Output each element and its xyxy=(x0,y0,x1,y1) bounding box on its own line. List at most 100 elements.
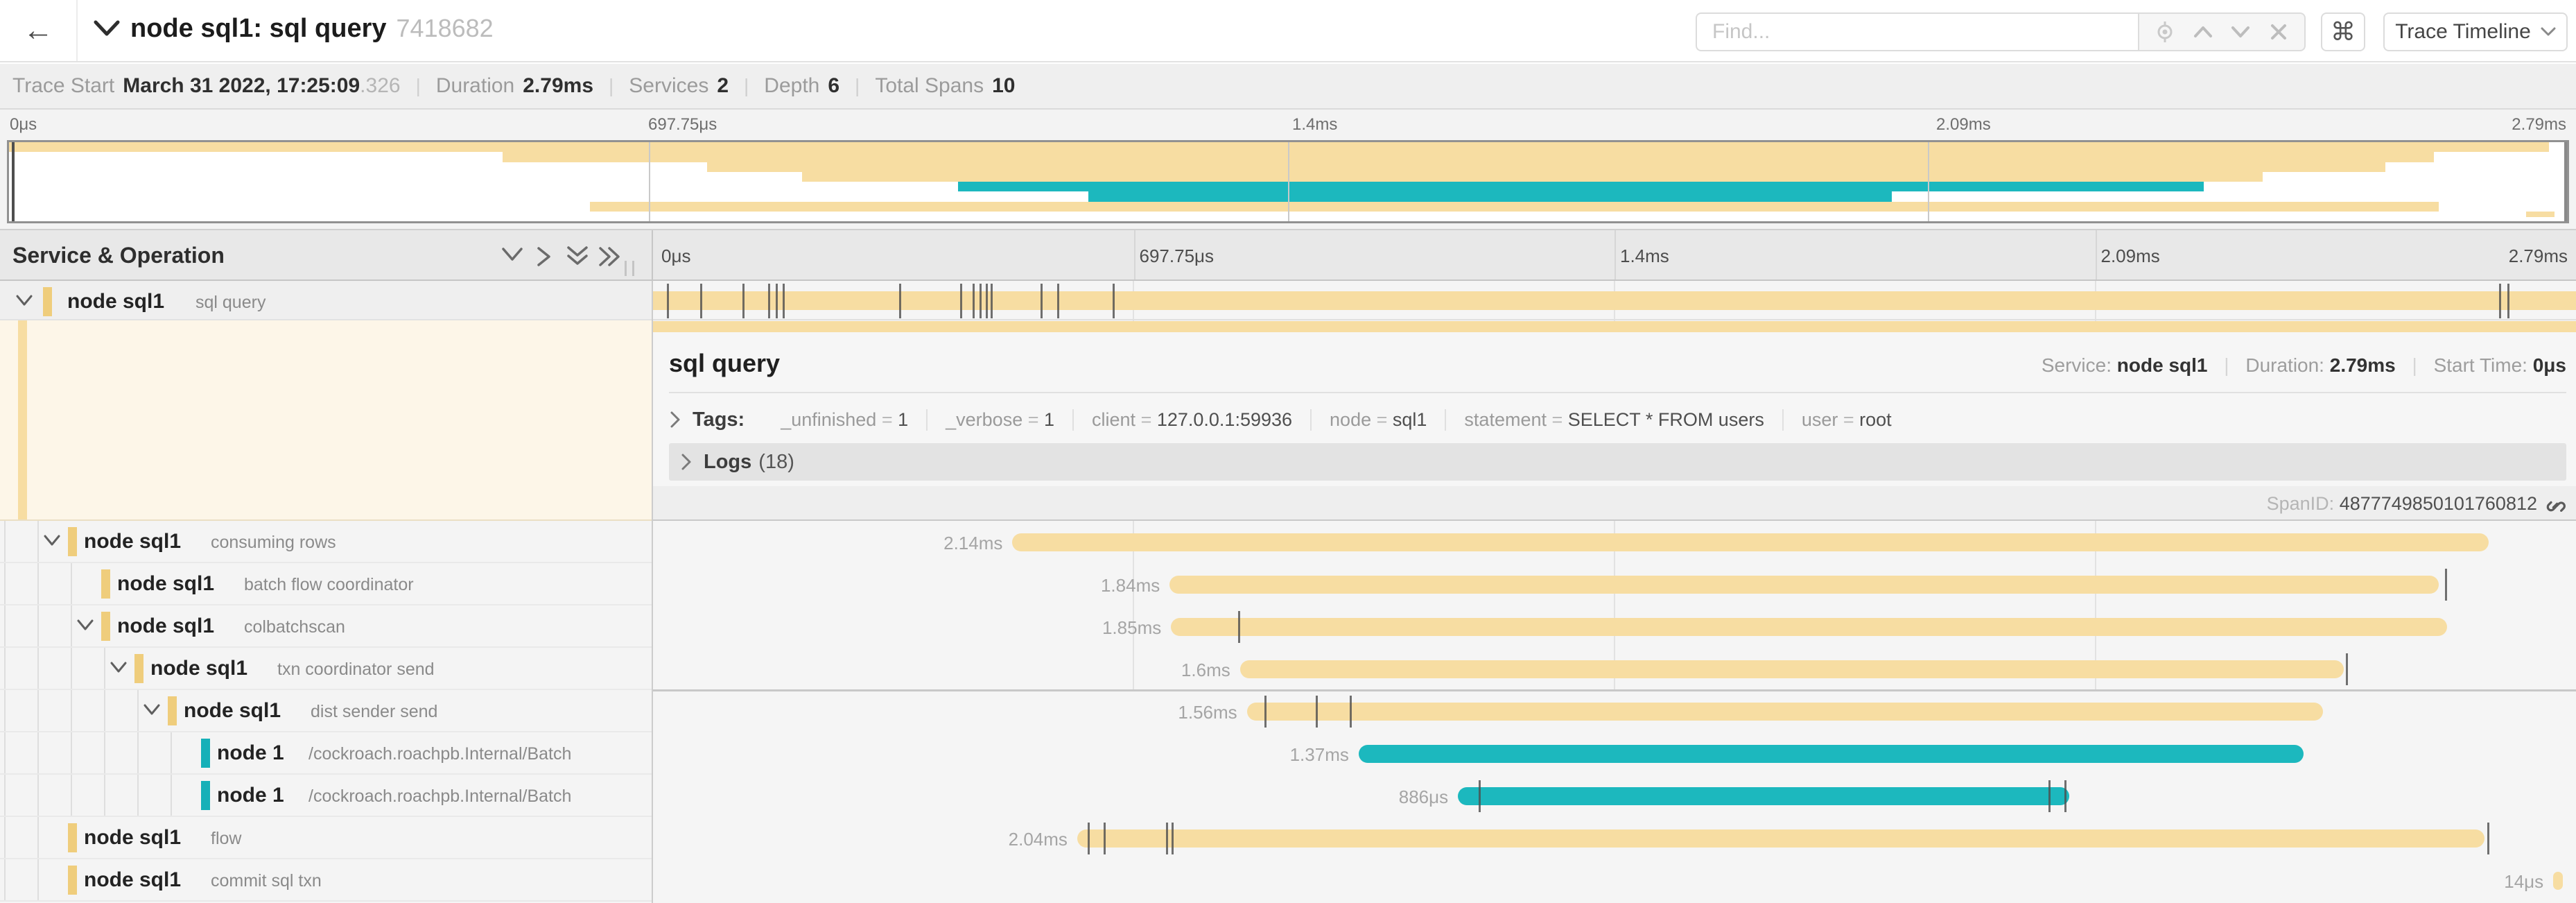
span-bar[interactable] xyxy=(1247,703,2323,721)
tree-indent-guide xyxy=(71,605,72,646)
span-bar[interactable] xyxy=(1169,576,2439,594)
minimap-canvas[interactable] xyxy=(7,140,2569,223)
span-duration-label: 14μs xyxy=(2504,871,2543,893)
service-value: node sql1 xyxy=(2117,354,2208,376)
tree-indent-guide xyxy=(104,690,105,731)
rows-bottom-border xyxy=(652,689,2576,691)
minimap-range-handle-right[interactable] xyxy=(2564,142,2567,221)
service-operation-header: Service & Operation xyxy=(12,243,225,268)
collapse-one-icon[interactable] xyxy=(501,246,524,266)
chevron-down-icon[interactable] xyxy=(110,660,128,676)
span-color-chip xyxy=(101,612,110,641)
jaeger-trace-view: ← node sql1: sql query7418682 xyxy=(0,0,2576,903)
span-operation-name: sql query xyxy=(195,293,266,313)
span-bar[interactable] xyxy=(1171,618,2447,636)
keyboard-shortcuts-button[interactable]: ⌘ xyxy=(2321,12,2365,51)
log-marker xyxy=(700,284,702,318)
total-spans-label: Total Spans xyxy=(875,74,984,98)
collapse-all-icon[interactable] xyxy=(566,246,589,266)
tree-indent-guide xyxy=(137,690,139,731)
span-bar-sql-query[interactable] xyxy=(652,291,2576,310)
next-match-icon[interactable] xyxy=(2229,20,2252,44)
tree-row-consuming-rows[interactable]: node sql1consuming rows xyxy=(0,521,652,563)
trace-id: 7418682 xyxy=(397,14,494,42)
span-bar[interactable] xyxy=(2553,872,2563,890)
tag-key: _unfinished xyxy=(781,409,876,430)
tree-row--cockroach-roachpb-internal-batch[interactable]: node 1/cockroach.roachpb.Internal/Batch xyxy=(0,732,652,775)
panel-resize-handle[interactable] xyxy=(625,261,634,276)
tree-indent-guide xyxy=(4,605,6,646)
match-locate-icon[interactable] xyxy=(2153,20,2177,44)
minimap-gridline xyxy=(1288,142,1289,221)
expand-all-icon[interactable] xyxy=(598,246,621,266)
panel-divider[interactable] xyxy=(652,281,653,903)
span-detail-title: sql query xyxy=(669,349,780,378)
span-operation-name: consuming rows xyxy=(211,533,336,553)
timeline-row-sql-query[interactable] xyxy=(652,281,2576,320)
log-marker xyxy=(1088,823,1090,854)
tag-statement: statement = SELECT * FROM users xyxy=(1445,409,1782,431)
tree-row-dist-sender-send[interactable]: node sql1dist sender send xyxy=(0,690,652,732)
chevron-down-icon xyxy=(2541,27,2556,37)
log-marker xyxy=(2499,284,2501,318)
tree-indent-guide xyxy=(37,775,39,816)
log-marker xyxy=(1113,284,1115,318)
tree-indent-guide xyxy=(4,859,6,900)
chevron-down-icon[interactable] xyxy=(76,618,94,633)
tag-equals: = xyxy=(1371,409,1393,430)
span-bar[interactable] xyxy=(1012,533,2488,551)
span-duration-label: 2.04ms xyxy=(1009,829,1068,850)
chevron-down-icon[interactable] xyxy=(143,703,161,718)
log-marker xyxy=(1316,696,1318,728)
axis-tick xyxy=(1615,230,1616,280)
tags-section-toggle[interactable]: Tags: _unfinished = 1_verbose = 1client … xyxy=(669,402,1910,438)
logs-section-toggle[interactable]: Logs (18) xyxy=(669,443,2566,481)
tree-row-flow[interactable]: node sql1flow xyxy=(0,817,652,859)
duration-label: Duration: xyxy=(2245,354,2324,376)
tree-row-sql-query[interactable]: node sql1 sql query xyxy=(0,281,652,320)
find-bar xyxy=(1696,12,2306,51)
span-operation-name: commit sql txn xyxy=(211,871,322,891)
find-input[interactable] xyxy=(1696,12,2138,51)
span-bar[interactable] xyxy=(1458,787,2069,805)
tree-row-commit-sql-txn[interactable]: node sql1commit sql txn xyxy=(0,859,652,902)
span-bar[interactable] xyxy=(1359,745,2304,763)
prev-match-icon[interactable] xyxy=(2191,20,2215,44)
span-duration-label: 1.84ms xyxy=(1101,575,1160,596)
timeline-rows: sql query Service: node sql1 | Duration:… xyxy=(652,281,2576,903)
span-bar[interactable] xyxy=(1240,660,2344,678)
tree-row-batch-flow-coordinator[interactable]: node sql1batch flow coordinator xyxy=(0,563,652,605)
service-label: Service: xyxy=(2042,354,2112,376)
trace-collapse-chevron-icon[interactable] xyxy=(93,19,121,37)
minimap-axis-label: 2.09ms xyxy=(1936,115,1991,135)
axis-tick xyxy=(2096,230,2097,280)
span-operation-name: /cockroach.roachpb.Internal/Batch xyxy=(308,744,571,764)
minimap-gridline xyxy=(649,142,650,221)
detail-divider xyxy=(669,392,2566,393)
tree-indent-guide xyxy=(71,690,72,731)
trace-minimap: 0μs697.75μs1.4ms2.09ms2.79ms xyxy=(0,110,2576,229)
detail-row-left-gutter xyxy=(0,320,652,521)
tag-equals: = xyxy=(1022,409,1044,430)
tree-indent-guide xyxy=(171,732,172,773)
minimap-range-handle-left[interactable] xyxy=(12,142,15,221)
chevron-down-icon[interactable] xyxy=(15,293,33,309)
span-bar[interactable] xyxy=(1077,829,2484,848)
back-button[interactable]: ← xyxy=(0,0,78,61)
clear-search-icon[interactable] xyxy=(2267,20,2290,44)
tree-row-txn-coordinator-send[interactable]: node sql1txn coordinator send xyxy=(0,648,652,690)
chevron-down-icon[interactable] xyxy=(43,533,61,549)
services-value: 2 xyxy=(717,74,729,98)
span-operation-name: flow xyxy=(211,829,241,849)
span-operation-name: colbatchscan xyxy=(244,617,345,637)
tree-row-colbatchscan[interactable]: node sql1colbatchscan xyxy=(0,605,652,648)
expand-one-icon[interactable] xyxy=(535,246,559,266)
log-marker xyxy=(768,284,770,318)
services-label: Services xyxy=(629,74,708,98)
tree-row--cockroach-roachpb-internal-batch[interactable]: node 1/cockroach.roachpb.Internal/Batch xyxy=(0,775,652,817)
start-time-value: 0μs xyxy=(2533,354,2566,376)
trace-start-label: Trace Start xyxy=(12,74,114,98)
view-mode-dropdown[interactable]: Trace Timeline xyxy=(2383,12,2568,51)
log-marker xyxy=(1057,284,1059,318)
copy-link-icon[interactable] xyxy=(2544,495,2566,517)
